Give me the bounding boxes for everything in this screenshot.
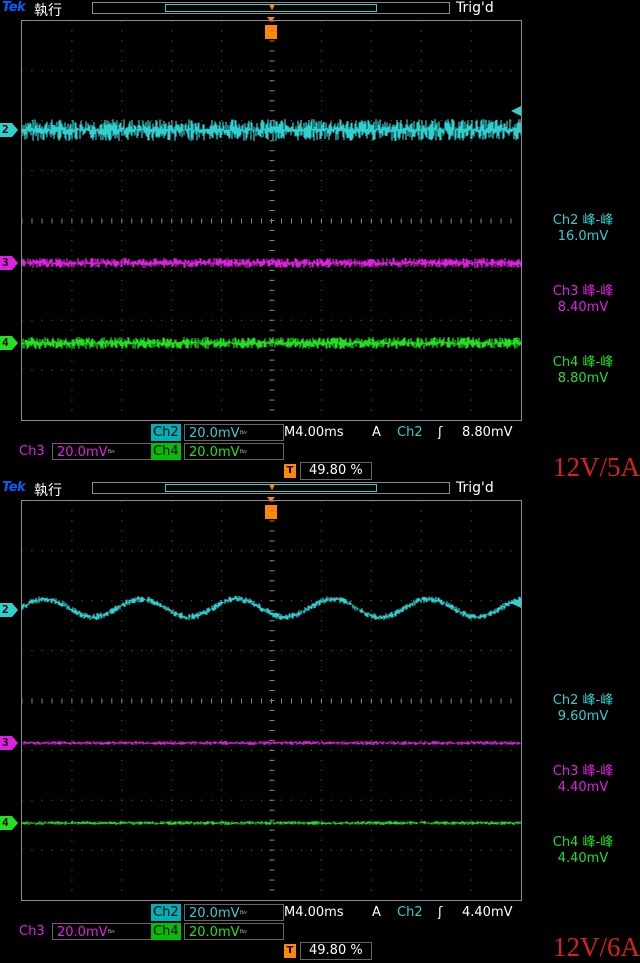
record-length-bar: ▼: [92, 2, 450, 14]
ch2-readout-label[interactable]: Ch2: [151, 424, 181, 441]
ch3-readout-label[interactable]: Ch3: [19, 923, 45, 940]
waveform-graticule: [21, 500, 522, 901]
timebase-readout[interactable]: M4.00ms: [284, 904, 344, 921]
acquire-mode: A: [372, 425, 381, 440]
trigger-level-readout[interactable]: 8.80mV: [462, 424, 513, 441]
load-condition-label: 12V/6A: [553, 932, 640, 962]
ch3-peak-to-peak: Ch3 峰-峰 4.40mV: [552, 764, 614, 795]
trigger-position-readout[interactable]: T 49.80 %: [284, 462, 372, 480]
ch3-scale-readout[interactable]: 20.0mVᴮʷ: [52, 443, 152, 460]
ch2-trace: [22, 119, 521, 141]
scope-screen-6a: Tek 執行 ▼ Trig'd 2 3 4 Ch2 峰-峰 9.60mV Ch3…: [0, 480, 640, 962]
ch2-ground-marker[interactable]: 2: [0, 123, 18, 137]
ch3-peak-to-peak: Ch3 峰-峰 8.40mV: [552, 284, 614, 315]
acquisition-state: 執行: [34, 483, 62, 499]
ch4-ground-marker[interactable]: 4: [0, 336, 18, 350]
status-row-2: Ch3 20.0mVᴮʷ Ch4 20.0mVᴮʷ: [0, 443, 640, 461]
trigger-level-marker[interactable]: [511, 593, 521, 608]
ch2-scale-readout[interactable]: 20.0mVᴮʷ: [184, 424, 284, 441]
ch4-trace: [22, 337, 521, 349]
waveform-traces: [22, 119, 521, 349]
ch3-ground-marker[interactable]: 3: [0, 256, 18, 270]
ch2-readout-label[interactable]: Ch2: [151, 904, 181, 921]
ch4-trace: [22, 821, 521, 825]
trigger-slope-icon: ʃ: [438, 425, 443, 440]
ch4-scale-readout[interactable]: 20.0mVᴮʷ: [184, 923, 284, 940]
ch4-peak-to-peak: Ch4 峰-峰 8.80mV: [552, 355, 614, 386]
record-trigger-marker: ▼: [269, 482, 276, 493]
trigger-status: Trig'd: [456, 480, 494, 496]
acquire-mode: A: [372, 905, 381, 920]
brand-logo: Tek: [2, 480, 26, 495]
ch4-readout-label[interactable]: Ch4: [151, 443, 181, 460]
record-length-bar: ▼: [92, 482, 450, 494]
trigger-level-marker[interactable]: [511, 101, 521, 116]
status-row-1: Ch2 20.0mVᴮʷ M4.00ms A Ch2 ʃ 8.80mV: [0, 424, 640, 442]
trigger-position-icon: T: [284, 944, 296, 958]
ch3-scale-readout[interactable]: 20.0mVᴮʷ: [52, 923, 152, 940]
waveform-graticule: [21, 20, 522, 421]
waveform-traces: [22, 595, 521, 825]
ch4-scale-readout[interactable]: 20.0mVᴮʷ: [184, 443, 284, 460]
scope-top-bar: Tek 執行 ▼ Trig'd: [0, 0, 640, 19]
ch2-peak-to-peak: Ch2 峰-峰 9.60mV: [552, 693, 614, 724]
load-condition-label: 12V/5A: [553, 452, 640, 482]
scope-screen-5a: Tek 執行 ▼ Trig'd 2 3 4 Ch2 峰-峰 16.0mV Ch3…: [0, 0, 640, 482]
ch3-trace: [22, 258, 521, 268]
ch3-trace: [22, 741, 521, 745]
ch4-ground-marker[interactable]: 4: [0, 816, 18, 830]
ch2-peak-to-peak: Ch2 峰-峰 16.0mV: [552, 213, 614, 244]
scope-top-bar: Tek 執行 ▼ Trig'd: [0, 480, 640, 499]
status-row-1: Ch2 20.0mVᴮʷ M4.00ms A Ch2 ʃ 4.40mV: [0, 904, 640, 922]
status-row-2: Ch3 20.0mVᴮʷ Ch4 20.0mVᴮʷ: [0, 923, 640, 941]
ch2-ground-marker[interactable]: 2: [0, 603, 18, 617]
record-trigger-marker: ▼: [269, 2, 276, 13]
brand-logo: Tek: [2, 0, 26, 15]
trigger-position-readout[interactable]: T 49.80 %: [284, 942, 372, 960]
ch2-trace: [22, 595, 521, 621]
trigger-source[interactable]: Ch2: [397, 904, 423, 921]
trigger-slope-icon: ʃ: [438, 905, 443, 920]
ch3-ground-marker[interactable]: 3: [0, 736, 18, 750]
trigger-source[interactable]: Ch2: [397, 424, 423, 441]
ch4-readout-label[interactable]: Ch4: [151, 923, 181, 940]
ch2-scale-readout[interactable]: 20.0mVᴮʷ: [184, 904, 284, 921]
ch4-peak-to-peak: Ch4 峰-峰 4.40mV: [552, 835, 614, 866]
trigger-position-icon: T: [284, 464, 296, 478]
trigger-level-readout[interactable]: 4.40mV: [462, 904, 513, 921]
trigger-status: Trig'd: [456, 0, 494, 16]
timebase-readout[interactable]: M4.00ms: [284, 424, 344, 441]
ch3-readout-label[interactable]: Ch3: [19, 443, 45, 460]
acquisition-state: 執行: [34, 3, 62, 19]
